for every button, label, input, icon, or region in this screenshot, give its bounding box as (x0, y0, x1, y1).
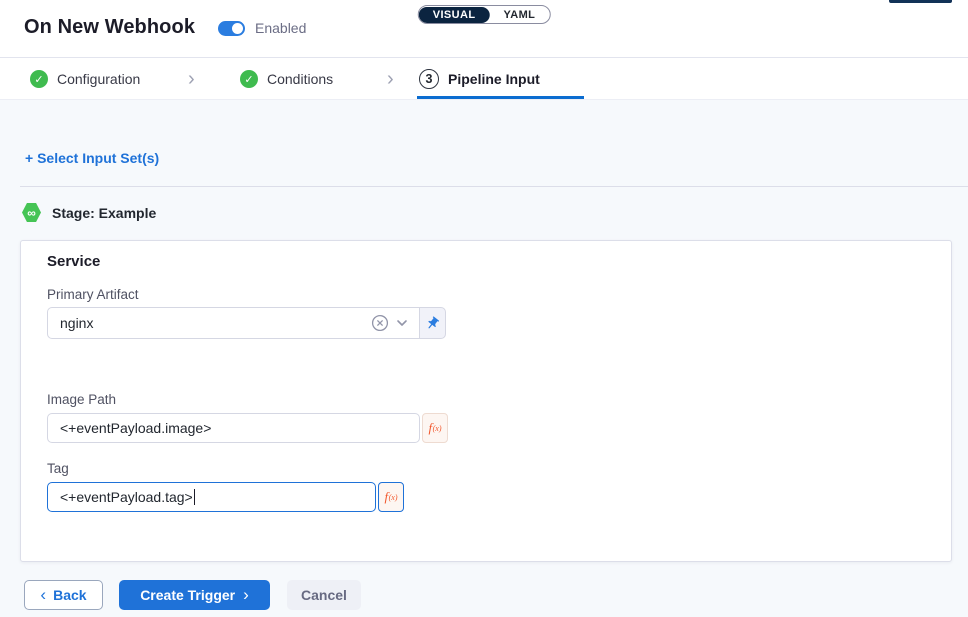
section-divider (20, 186, 968, 187)
tab-pipeline-input[interactable]: 3 Pipeline Input (419, 58, 540, 100)
image-path-field-group: <+eventPayload.image> f(x) (47, 413, 448, 443)
tab-conditions[interactable]: ✓ Conditions (240, 58, 333, 100)
primary-artifact-field-group: nginx (47, 307, 446, 339)
page-header: On New Webhook Enabled VISUAL YAML (0, 0, 968, 58)
step-separator-icon: › (387, 58, 394, 100)
yaml-mode-tab[interactable]: YAML (489, 7, 549, 23)
stage-title: Stage: Example (52, 205, 156, 221)
fx-icon: f (384, 489, 388, 505)
toggle-knob (232, 23, 243, 34)
footer-actions: ‹ Back Create Trigger › Cancel (24, 580, 361, 610)
fx-icon-sub: (x) (389, 493, 398, 502)
enabled-toggle-label: Enabled (255, 20, 306, 36)
image-path-label: Image Path (47, 392, 116, 407)
wizard-tab-bar: ✓ Configuration › ✓ Conditions › 3 Pipel… (0, 58, 968, 100)
tag-value: <+eventPayload.tag> (60, 489, 193, 505)
pin-icon (422, 312, 443, 333)
fx-icon-sub: (x) (433, 424, 442, 433)
chevron-down-icon[interactable] (395, 316, 409, 330)
stage-section-header[interactable]: ∞ Stage: Example (22, 203, 156, 222)
image-path-value: <+eventPayload.image> (60, 420, 211, 436)
back-button[interactable]: ‹ Back (24, 580, 103, 610)
expression-fx-button[interactable]: f(x) (422, 413, 448, 443)
deploy-stage-icon: ∞ (22, 203, 41, 222)
create-trigger-button[interactable]: Create Trigger › (119, 580, 270, 610)
primary-artifact-select[interactable]: nginx (47, 307, 419, 339)
service-heading: Service (47, 253, 100, 270)
select-input-sets-link[interactable]: + Select Input Set(s) (25, 150, 159, 166)
back-button-label: Back (53, 587, 86, 603)
enabled-toggle-group: Enabled (218, 20, 306, 36)
text-caret (194, 489, 195, 505)
tag-field-group: <+eventPayload.tag> f(x) (47, 482, 404, 512)
chevron-left-icon: ‹ (40, 586, 46, 603)
primary-artifact-label: Primary Artifact (47, 287, 139, 302)
cancel-button-label: Cancel (301, 587, 347, 603)
image-path-input[interactable]: <+eventPayload.image> (47, 413, 420, 443)
clear-selection-icon[interactable] (371, 314, 389, 332)
check-circle-icon: ✓ (30, 70, 48, 88)
visual-mode-tab[interactable]: VISUAL (419, 7, 490, 23)
tab-configuration-label: Configuration (57, 71, 140, 87)
tab-conditions-label: Conditions (267, 71, 333, 87)
cancel-button[interactable]: Cancel (287, 580, 361, 610)
tab-pipeline-input-label: Pipeline Input (448, 71, 540, 87)
check-circle-icon: ✓ (240, 70, 258, 88)
service-card: Service Primary Artifact nginx Image Pat… (20, 240, 952, 562)
pin-value-button[interactable] (419, 307, 446, 339)
create-trigger-label: Create Trigger (140, 587, 235, 603)
tag-label: Tag (47, 461, 69, 476)
step-number-badge: 3 (419, 69, 439, 89)
clipped-top-button-edge (889, 0, 952, 3)
visual-yaml-switch: VISUAL YAML (418, 5, 551, 24)
active-tab-underline (417, 96, 584, 99)
step-separator-icon: › (188, 58, 195, 100)
expression-fx-button[interactable]: f(x) (378, 482, 404, 512)
tag-input[interactable]: <+eventPayload.tag> (47, 482, 376, 512)
chevron-right-icon: › (243, 586, 249, 603)
primary-artifact-value: nginx (60, 315, 371, 331)
page-title: On New Webhook (24, 16, 195, 39)
fx-icon: f (428, 420, 432, 436)
enabled-toggle[interactable] (218, 21, 245, 36)
tab-configuration[interactable]: ✓ Configuration (30, 58, 140, 100)
